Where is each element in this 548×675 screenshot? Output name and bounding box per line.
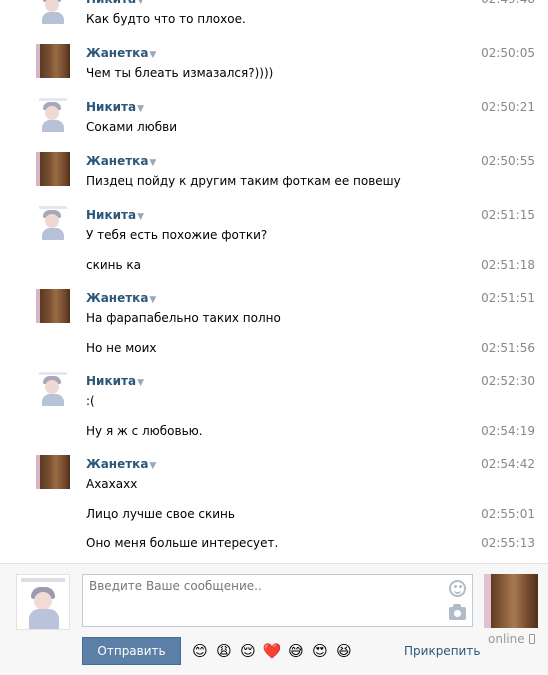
message-text: Но не моих — [86, 341, 157, 355]
dropdown-triangle-icon[interactable]: ▼ — [149, 461, 156, 471]
dropdown-triangle-icon[interactable]: ▼ — [149, 295, 156, 305]
message-text: На фарапабельно таких полно — [86, 311, 281, 325]
smile-icon[interactable] — [449, 580, 466, 597]
message-text: Лицо лучше свое скинь — [86, 507, 235, 521]
author-avatar[interactable] — [36, 372, 70, 406]
message-text: Оно меня больше интересует. — [86, 536, 279, 550]
avatar-caption-strip — [21, 578, 65, 582]
camera-icon[interactable] — [449, 604, 466, 620]
peer-avatar[interactable] — [484, 574, 538, 628]
message-time[interactable]: 02:52:30 — [481, 374, 535, 388]
author-name[interactable]: Никита▼ — [86, 0, 144, 6]
online-status: online — [488, 632, 535, 646]
attach-link[interactable]: Прикрепить — [404, 644, 480, 658]
message-history[interactable]: Никита▼ 02:49:48 Как будто что то плохое. Ж… — [0, 0, 548, 563]
message-text: :( — [86, 394, 95, 408]
author-avatar[interactable] — [36, 0, 70, 24]
message-time[interactable]: 02:51:56 — [481, 341, 535, 355]
emoji-icon[interactable]: 😆 — [334, 641, 354, 661]
dropdown-triangle-icon[interactable]: ▼ — [149, 50, 156, 60]
message-input[interactable] — [83, 575, 472, 626]
message-time[interactable]: 02:51:18 — [481, 258, 535, 272]
author-name[interactable]: Жанетка▼ — [86, 46, 156, 60]
message-input-box — [82, 574, 473, 627]
author-name[interactable]: Никита▼ — [86, 100, 144, 114]
mobile-icon — [528, 634, 535, 644]
message-time[interactable]: 02:50:05 — [481, 46, 535, 60]
message-composer: online Отправить 😊😩😌❤️😅😍😆 Прикрепить — [0, 563, 548, 675]
emoji-icon[interactable]: 😌 — [238, 641, 258, 661]
message-time[interactable]: 02:55:13 — [481, 536, 535, 550]
emoji-icon[interactable]: ❤️ — [262, 641, 282, 661]
message-text: Чем ты блеать измазался?)))) — [86, 66, 274, 80]
author-name[interactable]: Никита▼ — [86, 374, 144, 388]
message-text: Соками любви — [86, 120, 178, 134]
message-text: Ну я ж с любовью. — [86, 424, 203, 438]
send-button[interactable]: Отправить — [82, 637, 181, 665]
dropdown-triangle-icon[interactable]: ▼ — [137, 104, 144, 114]
dropdown-triangle-icon[interactable]: ▼ — [137, 0, 144, 6]
author-name[interactable]: Жанетка▼ — [86, 154, 156, 168]
author-avatar[interactable] — [36, 206, 70, 240]
message-time[interactable]: 02:51:51 — [481, 291, 535, 305]
message-time[interactable]: 02:51:15 — [481, 208, 535, 222]
message-time[interactable]: 02:50:55 — [481, 154, 535, 168]
author-avatar[interactable] — [36, 289, 70, 323]
emoji-icon[interactable]: 😊 — [190, 641, 210, 661]
emoji-icon[interactable]: 😩 — [214, 641, 234, 661]
message-text: У тебя есть похожие фотки? — [86, 228, 268, 242]
message-time[interactable]: 02:54:42 — [481, 457, 535, 471]
author-name[interactable]: Жанетка▼ — [86, 457, 156, 471]
message-time[interactable]: 02:49:48 — [481, 0, 535, 6]
dropdown-triangle-icon[interactable]: ▼ — [137, 378, 144, 388]
message-time[interactable]: 02:54:19 — [481, 424, 535, 438]
dropdown-triangle-icon[interactable]: ▼ — [137, 212, 144, 222]
message-text: Как будто что то плохое. — [86, 12, 246, 26]
author-avatar[interactable] — [36, 152, 70, 186]
author-name[interactable]: Никита▼ — [86, 208, 144, 222]
message-text: скинь ка — [86, 258, 141, 272]
author-avatar[interactable] — [36, 98, 70, 132]
my-avatar[interactable] — [16, 574, 70, 630]
author-name[interactable]: Жанетка▼ — [86, 291, 156, 305]
dropdown-triangle-icon[interactable]: ▼ — [149, 158, 156, 168]
emoji-icon[interactable]: 😅 — [286, 641, 306, 661]
author-avatar[interactable] — [36, 44, 70, 78]
message-time[interactable]: 02:55:01 — [481, 507, 535, 521]
message-text: Пиздец пойду к другим таким фоткам ее по… — [86, 174, 401, 188]
message-time[interactable]: 02:50:21 — [481, 100, 535, 114]
emoji-icon[interactable]: 😍 — [310, 641, 330, 661]
message-text: Ахахахх — [86, 477, 138, 491]
author-avatar[interactable] — [36, 455, 70, 489]
